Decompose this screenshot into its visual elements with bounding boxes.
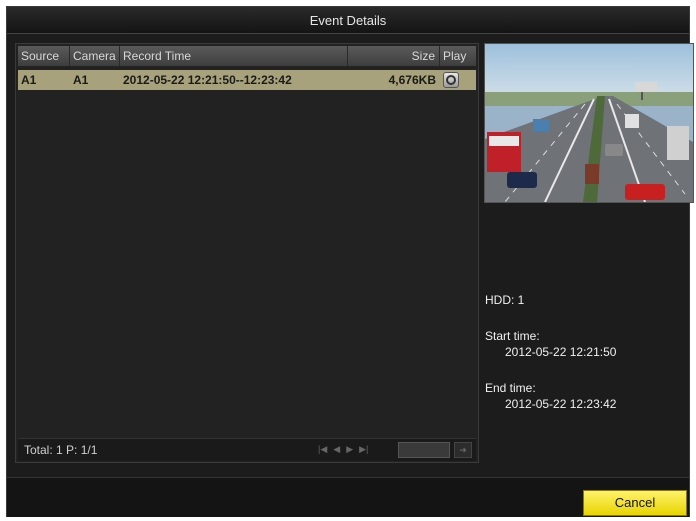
prev-page-icon[interactable]: ◀ bbox=[333, 444, 340, 455]
video-preview bbox=[484, 43, 694, 203]
cell-play bbox=[440, 70, 476, 90]
event-details-window: Event Details Source Camera Record Time … bbox=[6, 6, 694, 517]
column-header-source[interactable]: Source bbox=[18, 46, 70, 66]
total-page-info: Total: 1 P: 1/1 bbox=[24, 443, 98, 457]
cell-size: 4,676KB bbox=[388, 73, 436, 87]
column-header-record-time[interactable]: Record Time bbox=[120, 46, 348, 66]
column-header-size[interactable]: Size bbox=[348, 46, 440, 66]
table-header: Source Camera Record Time Size Play bbox=[18, 46, 476, 66]
last-page-icon[interactable]: ▶| bbox=[359, 444, 368, 455]
column-header-play[interactable]: Play bbox=[440, 46, 476, 66]
bottom-bar: Cancel bbox=[7, 477, 689, 517]
cell-record-time: 2012-05-22 12:21:50--12:23:42 bbox=[123, 73, 292, 87]
play-icon[interactable] bbox=[443, 72, 459, 88]
page-number-input[interactable] bbox=[398, 442, 450, 458]
hdd-label: HDD: 1 bbox=[485, 293, 525, 307]
cancel-button[interactable]: Cancel bbox=[583, 490, 687, 516]
pager-controls: |◀ ◀ ▶ ▶| bbox=[318, 444, 368, 455]
column-header-camera[interactable]: Camera bbox=[70, 46, 120, 66]
highway-preview-image bbox=[485, 44, 693, 202]
next-page-icon[interactable]: ▶ bbox=[346, 444, 353, 455]
list-footer: Total: 1 P: 1/1 |◀ ◀ ▶ ▶| ➜ bbox=[18, 438, 476, 461]
end-time-label: End time: bbox=[485, 381, 536, 395]
end-time-value: 2012-05-22 12:23:42 bbox=[505, 397, 617, 411]
cell-source: A1 bbox=[21, 73, 37, 87]
table-row[interactable]: A1 A1 2012-05-22 12:21:50--12:23:42 4,67… bbox=[18, 70, 476, 90]
start-time-value: 2012-05-22 12:21:50 bbox=[505, 345, 617, 359]
go-icon[interactable]: ➜ bbox=[454, 442, 472, 458]
window-title: Event Details bbox=[7, 7, 689, 34]
start-time-label: Start time: bbox=[485, 329, 540, 343]
first-page-icon[interactable]: |◀ bbox=[318, 444, 327, 455]
cell-camera: A1 bbox=[73, 73, 89, 87]
record-list-panel: Source Camera Record Time Size Play A1 A… bbox=[15, 43, 479, 463]
